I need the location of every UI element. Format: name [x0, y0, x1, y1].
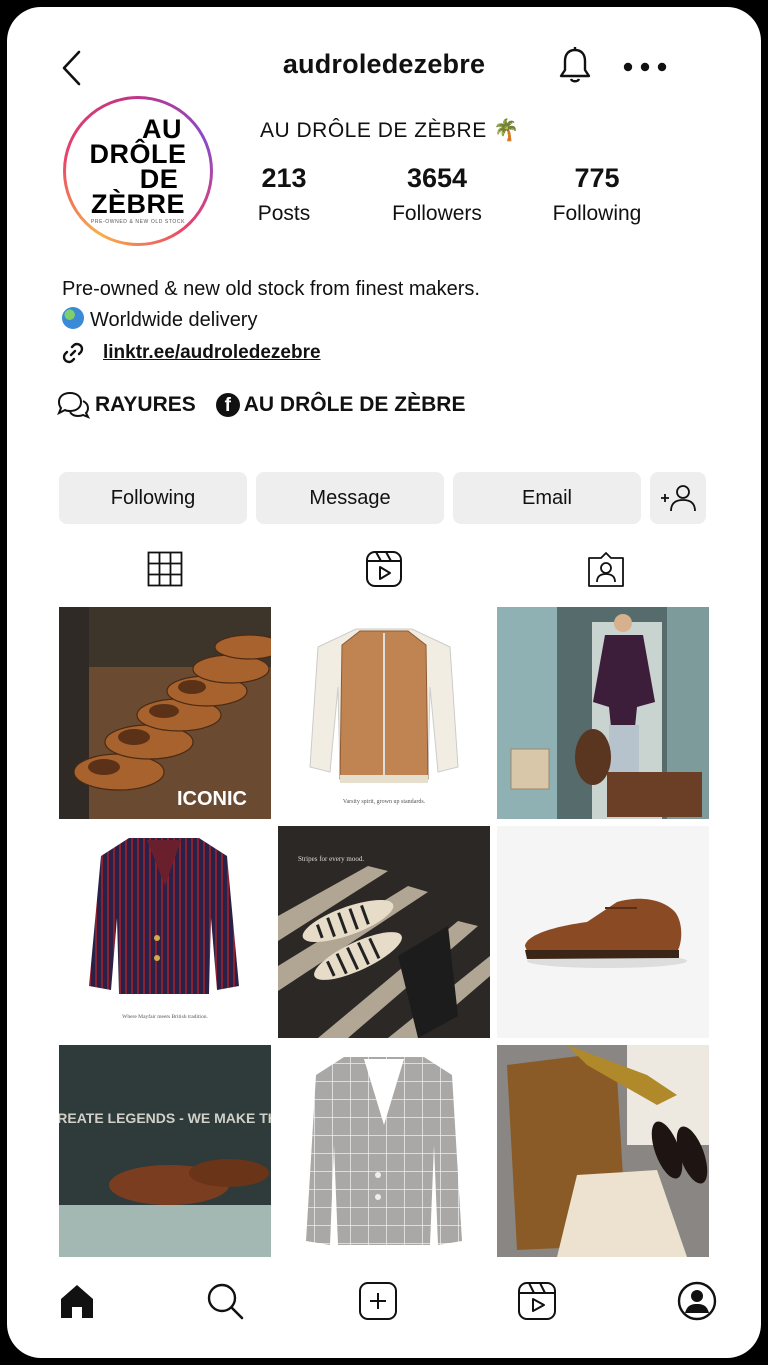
post-image: [278, 1045, 490, 1257]
following-stat[interactable]: 775 Following: [537, 163, 657, 226]
profile-bio: Pre-owned & new old stock from finest ma…: [62, 274, 480, 336]
facebook-icon: f: [215, 393, 240, 417]
reels-icon: [518, 1282, 556, 1320]
chat-bubbles-icon: [57, 391, 91, 419]
followers-count: 3654: [406, 163, 468, 193]
tab-grid[interactable]: [145, 549, 185, 589]
bio-line: Pre-owned & new old stock from finest ma…: [62, 278, 480, 300]
profile-link[interactable]: linktr.ee/audroledezebre: [103, 342, 321, 364]
following-label: Following: [552, 202, 642, 225]
top-bar: audroledezebre: [7, 43, 761, 93]
following-count: 775: [574, 163, 620, 193]
post-image: Stripes for every mood.: [278, 826, 490, 1038]
profile-actions: Following Message Email: [59, 472, 706, 524]
avatar-logo: AU DRÔLE DE ZÈBRE PRE-OWNED & NEW OLD ST…: [66, 99, 210, 243]
post-image: [497, 607, 709, 819]
phone-screen: audroledezebre AU DRÔLE DE ZÈBRE PRE-OWN…: [7, 7, 761, 1358]
post-thumbnail[interactable]: Varsity spirit, grown up standards.: [278, 607, 490, 819]
tag-label: AU DRÔLE DE ZÈBRE: [243, 393, 466, 416]
notifications-button[interactable]: [557, 45, 593, 85]
profile-tags: RAYURES f AU DRÔLE DE ZÈBRE: [55, 390, 465, 420]
bio-line-text: Worldwide delivery: [90, 309, 258, 331]
create-icon: [359, 1282, 397, 1320]
tab-reels[interactable]: [364, 549, 404, 589]
post-thumbnail[interactable]: WE DON'T CREATE LEGENDS - WE MAKE THEM Y…: [59, 1045, 271, 1257]
profile-icon: [677, 1281, 717, 1321]
more-options-button[interactable]: [621, 49, 669, 79]
bell-icon: [559, 47, 591, 83]
post-thumbnail[interactable]: Stripes for every mood.: [278, 826, 490, 1038]
post-caption: Varsity spirit, grown up standards.: [343, 799, 426, 805]
reels-icon: [366, 551, 402, 587]
message-button[interactable]: Message: [256, 472, 444, 524]
following-button[interactable]: Following: [59, 472, 247, 524]
post-thumbnail[interactable]: ICONIC: [59, 607, 271, 819]
posts-grid: ICONIC Varsity spirit, grown up standard…: [59, 607, 709, 1257]
display-name-text: AU DRÔLE DE ZÈBRE: [260, 119, 487, 142]
post-image: [497, 826, 709, 1038]
posts-label: Posts: [257, 202, 311, 225]
search-icon: [207, 1283, 244, 1320]
nav-home[interactable]: [55, 1279, 99, 1323]
post-thumbnail[interactable]: [497, 826, 709, 1038]
nav-reels[interactable]: [515, 1279, 559, 1323]
profile-avatar[interactable]: AU DRÔLE DE ZÈBRE PRE-OWNED & NEW OLD ST…: [63, 96, 213, 246]
tab-tagged[interactable]: [586, 549, 626, 589]
post-caption: WE DON'T CREATE LEGENDS - WE MAKE THEM Y…: [59, 1110, 271, 1126]
content-tabs: [7, 549, 761, 589]
followers-label: Followers: [392, 202, 482, 225]
more-horizontal-icon: [623, 62, 667, 72]
tag-label: RAYURES: [95, 393, 196, 416]
suggested-users-button[interactable]: [650, 472, 706, 524]
logo-tagline: PRE-OWNED & NEW OLD STOCK: [90, 219, 186, 225]
bio-line: Worldwide delivery: [62, 305, 480, 336]
post-thumbnail[interactable]: [497, 1045, 709, 1257]
email-button[interactable]: Email: [453, 472, 641, 524]
post-image: ICONIC: [59, 607, 271, 819]
grid-icon: [147, 551, 183, 587]
post-thumbnail[interactable]: [278, 1045, 490, 1257]
bottom-navigation: [7, 1279, 761, 1335]
threads-tag[interactable]: RAYURES: [55, 390, 196, 420]
posts-stat[interactable]: 213 Posts: [239, 163, 329, 226]
nav-profile[interactable]: [675, 1279, 719, 1323]
add-person-icon: [661, 485, 696, 512]
post-image: Varsity spirit, grown up standards.: [278, 607, 490, 819]
display-name: AU DRÔLE DE ZÈBRE 🌴: [260, 119, 520, 143]
post-thumbnail[interactable]: Where Mayfair meets British tradition.: [59, 826, 271, 1038]
post-caption: Stripes for every mood.: [298, 855, 364, 863]
post-caption: ICONIC: [177, 788, 247, 810]
nav-search[interactable]: [203, 1279, 247, 1323]
logo-text: ZÈBRE: [90, 189, 185, 219]
home-icon: [61, 1285, 93, 1318]
link-icon: [62, 342, 84, 364]
nav-create[interactable]: [356, 1279, 400, 1323]
post-image: WE DON'T CREATE LEGENDS - WE MAKE THEM Y…: [59, 1045, 271, 1257]
globe-icon: [62, 307, 84, 329]
posts-count: 213: [261, 163, 307, 193]
profile-link-row: linktr.ee/audroledezebre: [59, 340, 321, 366]
post-thumbnail[interactable]: [497, 607, 709, 819]
facebook-tag[interactable]: f AU DRÔLE DE ZÈBRE: [215, 393, 466, 417]
palm-tree-emoji: 🌴: [493, 119, 520, 142]
followers-stat[interactable]: 3654 Followers: [377, 163, 497, 226]
post-image: [497, 1045, 709, 1257]
tagged-icon: [588, 552, 624, 587]
post-image: Where Mayfair meets British tradition.: [59, 826, 271, 1038]
post-caption: Where Mayfair meets British tradition.: [122, 1013, 208, 1020]
